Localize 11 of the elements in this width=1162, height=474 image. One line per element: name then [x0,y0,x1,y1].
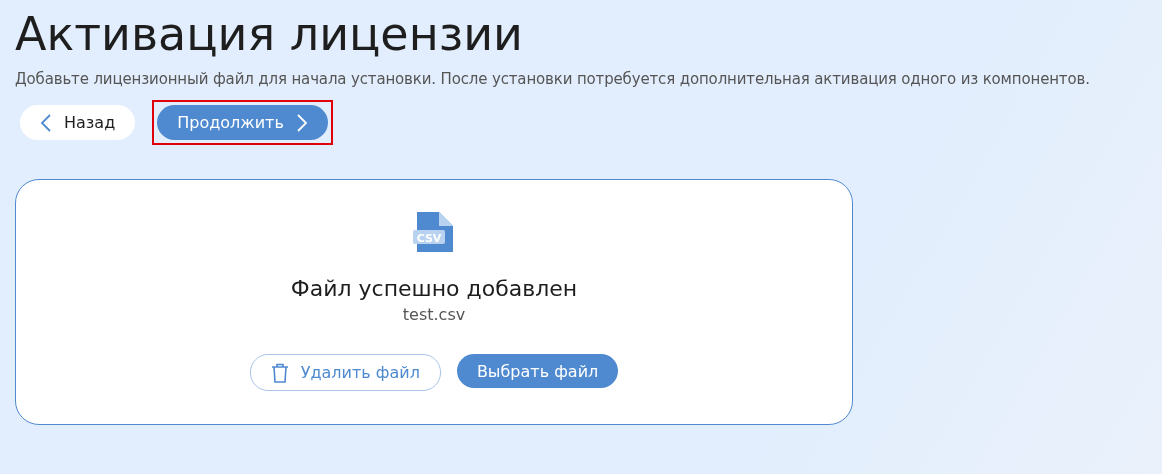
chevron-right-icon [295,113,308,132]
delete-file-button[interactable]: Удалить файл [249,354,441,391]
upload-status: Файл успешно добавлен [290,276,578,301]
choose-file-button[interactable]: Выбрать файл [456,354,619,388]
back-button[interactable]: Назад [20,105,136,140]
chevron-left-icon [40,113,52,132]
page-subtitle: Добавьте лицензионный файл для начала установки. После установки потребуется дополнительная активация одного из компонентов. [15,70,1091,88]
file-name: test.csv [402,305,466,324]
page-title: Активация лицензии [15,6,524,62]
continue-button[interactable]: Продолжить [157,105,328,140]
trash-icon [270,362,289,383]
